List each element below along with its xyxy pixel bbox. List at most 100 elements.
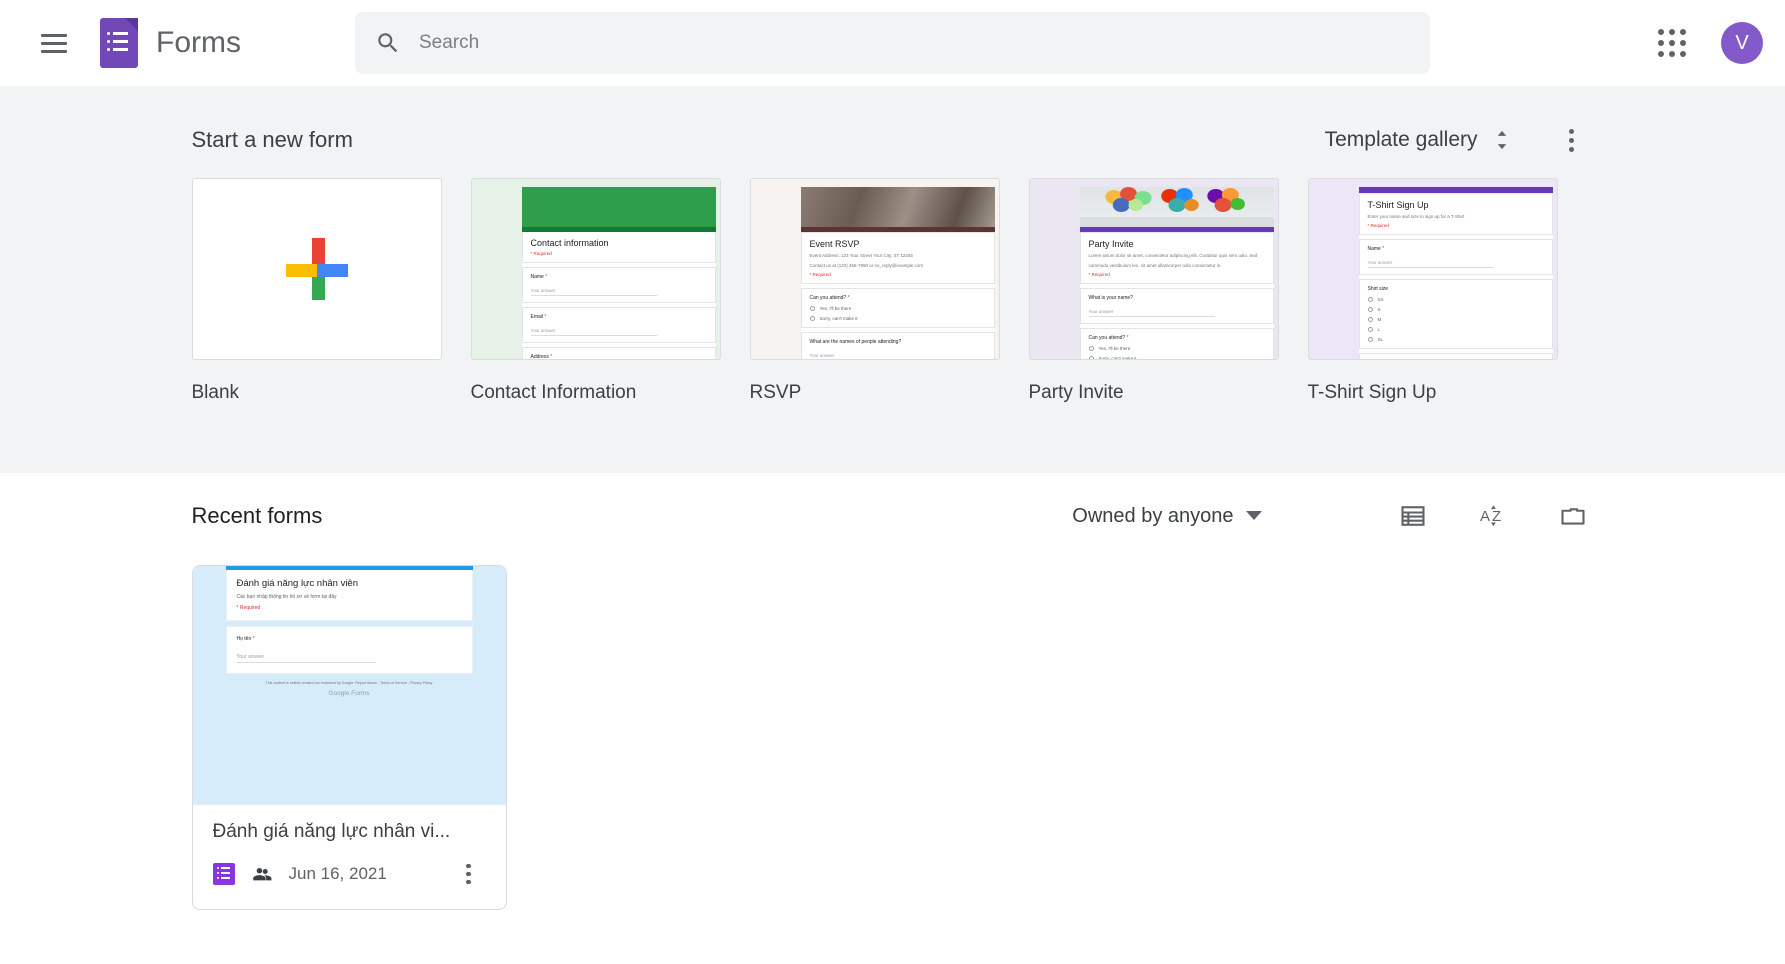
hamburger-bar [41, 41, 67, 45]
mini-question-label: Shirt size [1367, 286, 1389, 293]
folder-open-picker-icon[interactable] [1552, 495, 1594, 537]
search-icon [378, 33, 398, 53]
more-vert-icon[interactable] [452, 857, 486, 891]
mini-option-label: XL [1377, 337, 1384, 343]
list-view-icon[interactable] [1392, 495, 1434, 537]
owner-filter-dropdown[interactable]: Owned by anyone [1062, 499, 1271, 534]
logo-lines [107, 32, 128, 51]
hamburger-bar [41, 33, 67, 37]
radio-icon [809, 306, 815, 312]
radio-icon [1367, 307, 1373, 313]
shared-people-icon [252, 867, 271, 881]
mini-option-label: S [1377, 307, 1381, 313]
mini-form-preview: Event RSVP Event Address: 123 Your Stree… [800, 187, 995, 359]
form-card[interactable]: Đánh giá năng lực nhân viên Các bạn nhập… [191, 565, 507, 910]
mini-question-card: What is your name? Your answer [1079, 288, 1274, 325]
radio-icon [809, 316, 815, 322]
template-gallery-label: Template gallery [1324, 128, 1478, 151]
forms-home-link[interactable]: Forms [100, 18, 241, 68]
mini-question-card: Can you attend? * Yes, I'll be there Sor… [800, 288, 995, 329]
preview-footer-text: This content is neither created nor endo… [265, 681, 433, 685]
mini-question-label: Name [1367, 246, 1381, 253]
mini-form-preview: Contact information * Required Name * Yo… [521, 187, 716, 360]
mini-question-label: Can you attend? [1088, 335, 1126, 342]
google-forms-file-icon [212, 863, 235, 885]
radio-icon [1367, 317, 1373, 323]
mini-question-label: Address [530, 354, 549, 360]
mini-form-title: T-Shirt Sign Up [1367, 200, 1429, 210]
radio-icon [1367, 297, 1373, 303]
form-card-meta: Đánh giá năng lực nhân vi... Jun 16, 202… [193, 805, 506, 909]
mini-option-label: Yes, I'll be there [1098, 346, 1131, 352]
mini-required-note: * Required [530, 251, 552, 256]
mini-option-label: Yes, I'll be there [819, 306, 852, 312]
logo-fold [125, 18, 138, 31]
mini-answer-placeholder: Your answer [1367, 260, 1495, 269]
radio-icon [1367, 327, 1373, 333]
radio-icon [1088, 346, 1094, 352]
search-input[interactable] [419, 12, 1410, 74]
template-thumbnail: Contact information * Required Name * Yo… [470, 178, 721, 360]
form-date: Jun 16, 2021 [288, 864, 387, 883]
search-bar[interactable] [355, 12, 1430, 74]
template-card-contact-information[interactable]: Contact information * Required Name * Yo… [470, 178, 721, 404]
mini-question-label: Can you attend? [809, 295, 847, 302]
mini-form-title: Party Invite [1088, 239, 1134, 249]
mini-option-label: L [1377, 327, 1381, 333]
avatar[interactable]: V [1721, 22, 1763, 64]
mini-hero-image [800, 187, 995, 227]
template-thumbnail: T-Shirt Sign Up Enter your name and size… [1307, 178, 1558, 360]
mini-form-desc: commodo vestibulum leo, sit amet ullamco… [1088, 263, 1222, 269]
mini-title-card: Party Invite Lorem ipsum dolor sit amet,… [1079, 232, 1274, 285]
mini-hero-image [521, 187, 716, 227]
preview-answer-placeholder: Your answer [236, 654, 376, 663]
mini-answer-placeholder: Your answer [810, 353, 937, 359]
required-star: * [543, 274, 548, 280]
hamburger-menu-icon[interactable] [30, 19, 78, 67]
template-label: Blank [191, 382, 240, 403]
svg-text:Z: Z [1492, 508, 1501, 525]
template-card-tshirt-sign-up[interactable]: T-Shirt Sign Up Enter your name and size… [1307, 178, 1558, 404]
mini-answer-placeholder: Your answer [530, 288, 658, 296]
mini-form-preview: Party Invite Lorem ipsum dolor sit amet,… [1079, 187, 1274, 359]
mini-question-card: Name * Your answer [521, 267, 716, 303]
section-title: Recent forms [191, 503, 323, 528]
required-star: * [1380, 246, 1385, 253]
recent-forms-header: Recent forms Owned by anyone A Z [192, 473, 1594, 559]
preview-brand-text: Google Forms [328, 690, 370, 697]
mini-answer-placeholder: Your answer [1088, 309, 1216, 318]
mini-required-note: * Required [809, 272, 831, 278]
template-card-rsvp[interactable]: Event RSVP Event Address: 123 Your Stree… [749, 178, 1000, 404]
top-app-bar: Forms V [0, 0, 1785, 86]
required-star: * [846, 295, 850, 302]
start-new-form-section: Start a new form Template gallery Blank … [0, 86, 1785, 473]
mini-title-card: T-Shirt Sign Up Enter your name and size… [1358, 193, 1553, 236]
sort-az-icon[interactable]: A Z [1472, 495, 1514, 537]
mini-question-label: Name [530, 274, 544, 280]
mini-option-label: XS [1377, 297, 1384, 303]
recent-forms-grid: Đánh giá năng lực nhân viên Các bạn nhập… [191, 565, 1594, 910]
mini-question-card: Can you attend? * Yes, I'll be there Sor… [1079, 328, 1274, 359]
templates-header: Start a new form Template gallery [192, 112, 1594, 168]
radio-icon [1367, 337, 1373, 343]
google-apps-grid-icon[interactable] [1649, 20, 1695, 66]
form-title: Đánh giá năng lực nhân vi... [212, 821, 451, 842]
mini-question-card: Name * Your answer [1358, 239, 1553, 276]
mini-question-label: Email [530, 314, 544, 320]
template-card-blank[interactable]: Blank [191, 178, 442, 404]
owner-filter-label: Owned by anyone [1072, 504, 1234, 527]
hamburger-bar [41, 49, 67, 53]
template-gallery-toggle[interactable]: Template gallery [1315, 121, 1522, 159]
recent-forms-section: Recent forms Owned by anyone A Z Đánh gi… [0, 473, 1785, 910]
form-thumbnail-preview: Đánh giá năng lực nhân viên Các bạn nhập… [225, 566, 473, 697]
mini-title-card: Event RSVP Event Address: 123 Your Stree… [800, 232, 995, 285]
mini-question-card: Shirt size XS S M L XL [1358, 279, 1553, 350]
more-vert-icon[interactable] [1550, 118, 1594, 162]
radio-icon [1088, 356, 1094, 359]
template-card-party-invite[interactable]: Party Invite Lorem ipsum dolor sit amet,… [1028, 178, 1279, 404]
template-label: RSVP [749, 382, 802, 403]
mini-question-card: Email * Your answer [521, 307, 716, 343]
preview-form-desc: Các bạn nhập thông tin hồ sơ về form tại… [236, 594, 337, 600]
template-thumbnail: Party Invite Lorem ipsum dolor sit amet,… [1028, 178, 1279, 360]
template-label: Party Invite [1028, 382, 1124, 403]
